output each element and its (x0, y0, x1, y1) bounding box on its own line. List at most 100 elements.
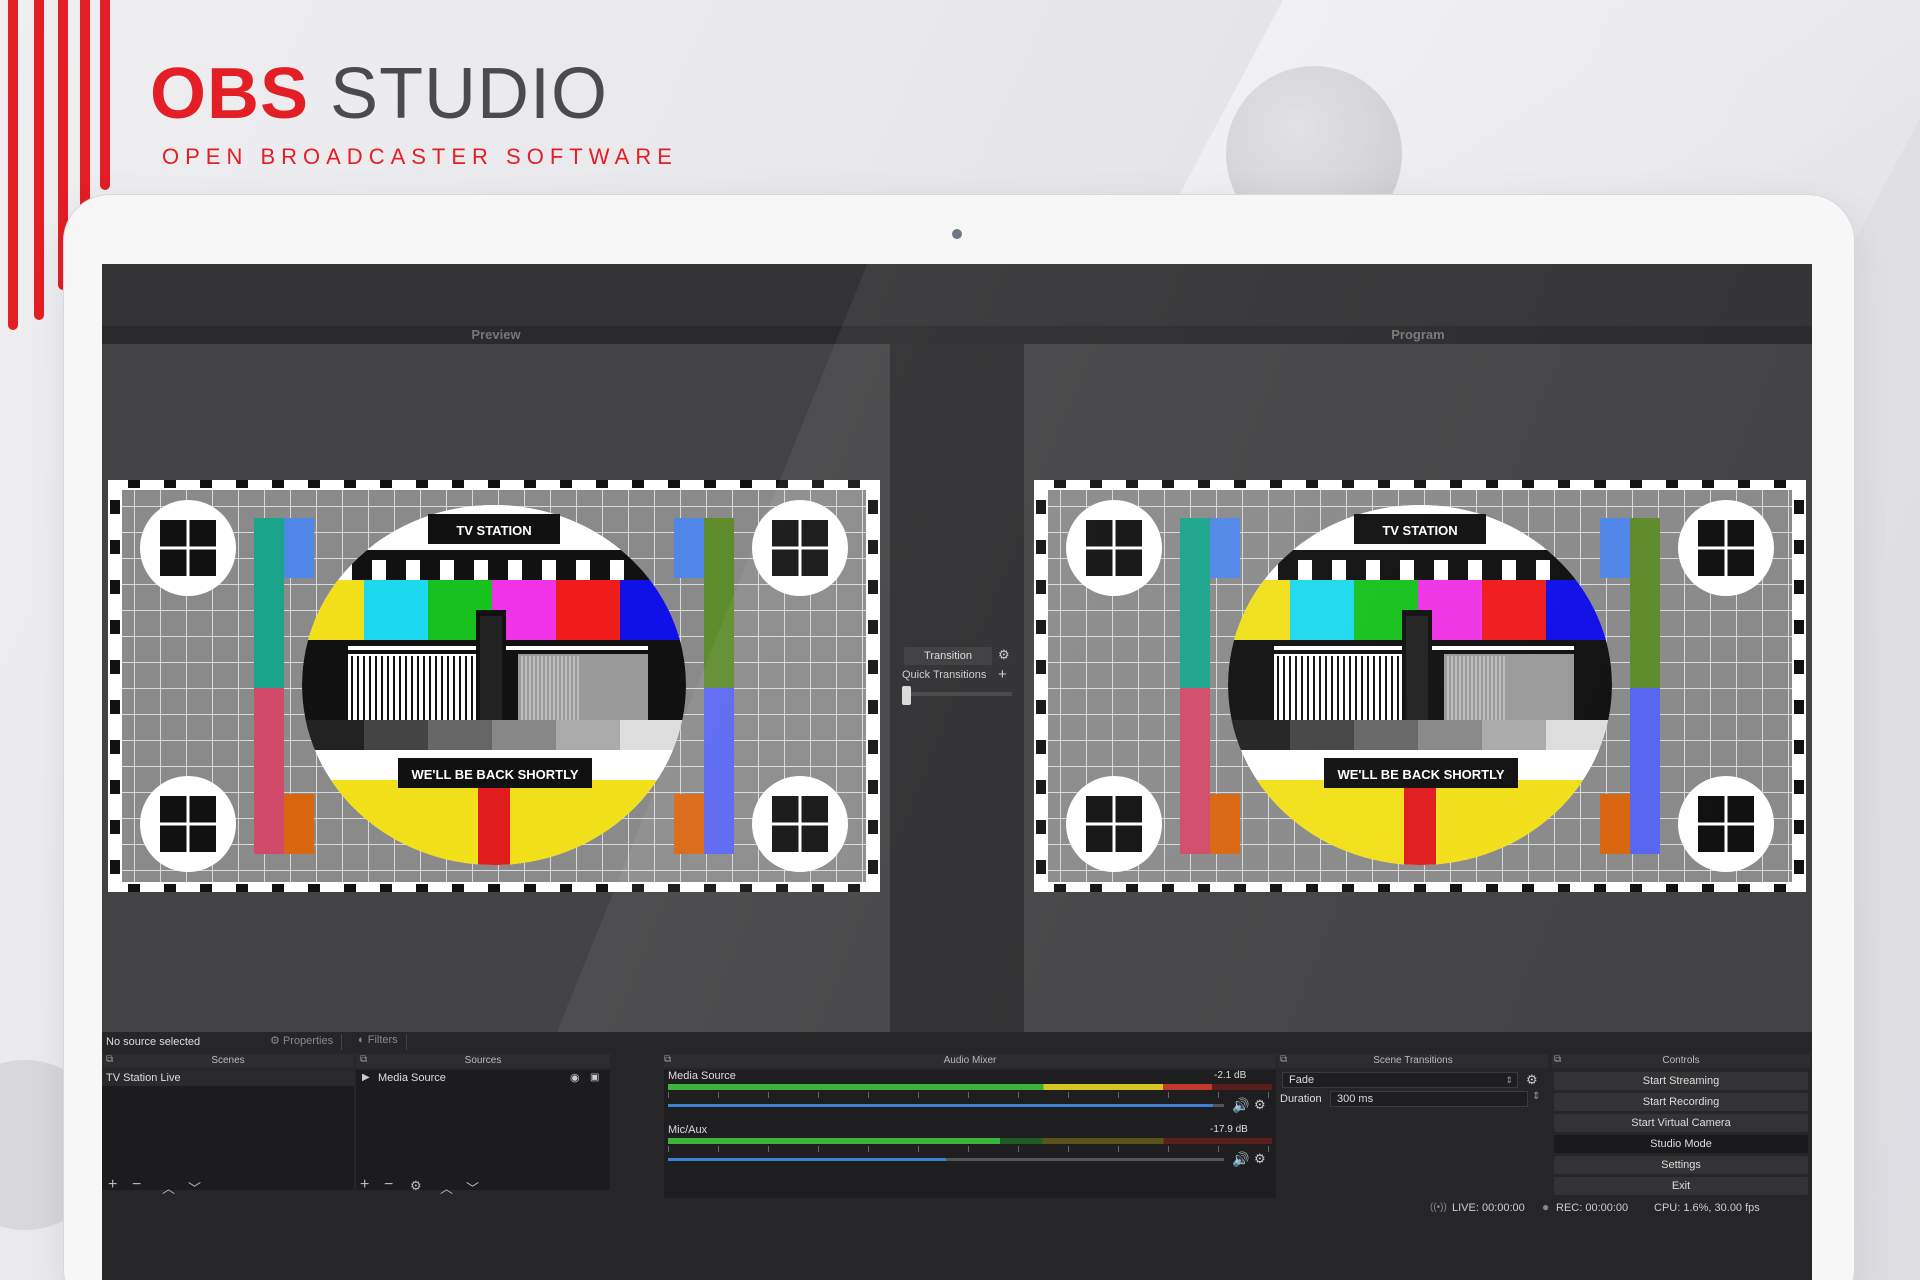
meter-scale (668, 1092, 1272, 1098)
chevron-up-icon[interactable]: ︿ (440, 1178, 453, 1197)
source-item[interactable]: ▶ Media Source ◉ ▣ (356, 1070, 610, 1086)
cpu-status: CPU: 1.6%, 30.00 fps (1654, 1202, 1760, 1214)
settings-button[interactable]: Settings (1554, 1156, 1808, 1174)
undock-icon[interactable]: ⧉ (1554, 1054, 1561, 1065)
scene-transitions-title: Scene Transitions (1278, 1054, 1548, 1068)
updown-icon: ⇕ (1505, 1075, 1513, 1085)
add-icon[interactable]: + (108, 1176, 117, 1194)
source-item-label: Media Source (378, 1072, 446, 1084)
undock-icon[interactable]: ⧉ (1280, 1054, 1287, 1065)
speaker-icon[interactable]: 🔊 (1232, 1151, 1249, 1168)
test-card-bottom-label: WE'LL BE BACK SHORTLY (1337, 767, 1504, 782)
brand-title-obs: OBS (150, 54, 310, 134)
duration-value: 300 ms (1337, 1093, 1374, 1105)
duration-label: Duration (1280, 1093, 1322, 1105)
gear-icon[interactable]: ⚙ (998, 647, 1010, 663)
gear-icon[interactable]: ⚙ (1254, 1151, 1266, 1167)
gear-icon: ⚙ (270, 1035, 280, 1047)
test-card-top-label: TV STATION (456, 523, 531, 538)
remove-icon[interactable]: − (132, 1176, 141, 1194)
start-recording-button[interactable]: Start Recording (1554, 1093, 1808, 1111)
channel-name: Mic/Aux (668, 1124, 708, 1136)
lock-icon[interactable]: ▣ (590, 1070, 599, 1086)
window-top-area (102, 264, 1812, 326)
filters-label: Filters (367, 1034, 398, 1046)
undock-icon[interactable]: ⧉ (664, 1054, 671, 1065)
channel-db: -17.9 dB (1210, 1124, 1248, 1135)
chevron-down-icon[interactable]: ﹀ (466, 1178, 479, 1197)
brand-stripe (34, 0, 44, 320)
remove-icon[interactable]: − (384, 1176, 393, 1194)
chevron-up-icon[interactable]: ︿ (162, 1178, 175, 1197)
properties-button[interactable]: ⚙ Properties (270, 1034, 343, 1050)
volume-slider-fill (668, 1158, 946, 1161)
laptop-camera (952, 229, 962, 239)
channel-db: -2.1 dB (1214, 1070, 1247, 1081)
add-icon[interactable]: + (360, 1176, 369, 1194)
scenes-title: Scenes (102, 1054, 354, 1068)
scene-item[interactable]: TV Station Live (102, 1070, 354, 1086)
quick-transitions-label: Quick Transitions (902, 669, 987, 681)
program-label: Program (1391, 327, 1445, 342)
start-streaming-button[interactable]: Start Streaming (1554, 1072, 1808, 1090)
meter-scale (668, 1146, 1272, 1152)
level-meter-fill (668, 1084, 1212, 1090)
volume-slider[interactable] (668, 1158, 1224, 1161)
duration-input[interactable]: 300 ms (1330, 1091, 1528, 1107)
level-meter (668, 1084, 1272, 1090)
test-card-top-label: TV STATION (1382, 523, 1457, 538)
transition-slider-handle[interactable] (902, 686, 911, 705)
live-timer: LIVE: 00:00:00 (1452, 1202, 1525, 1214)
preview-canvas[interactable]: TV STATION WE'LL BE BACK SHORTLY (102, 344, 890, 1032)
gear-icon[interactable]: ⚙ (1254, 1097, 1266, 1113)
controls-title: Controls (1552, 1054, 1810, 1068)
undock-icon[interactable]: ⧉ (106, 1054, 113, 1065)
preview-label: Preview (471, 327, 521, 342)
filters-button[interactable]: ◐ Filters (358, 1034, 407, 1050)
plus-icon[interactable]: + (998, 666, 1007, 683)
brand-tagline: OPEN BROADCASTER SOFTWARE (162, 144, 678, 169)
broadcast-icon: ((•)) (1430, 1202, 1447, 1213)
start-virtual-camera-button[interactable]: Start Virtual Camera (1554, 1114, 1808, 1132)
transition-select-value: Fade (1289, 1074, 1315, 1086)
chevron-down-icon[interactable]: ﹀ (188, 1178, 201, 1197)
transition-slider-track[interactable] (902, 692, 1012, 696)
mixer-channel: Media Source -2.1 dB 🔊 ⚙ (666, 1070, 1272, 1122)
program-canvas: TV STATION WE'LL BE BACK SHORTLY (1024, 344, 1812, 1032)
studio-mode-button[interactable]: Studio Mode (1554, 1135, 1808, 1153)
undock-icon[interactable]: ⧉ (360, 1054, 367, 1065)
properties-label: Properties (282, 1035, 334, 1047)
channel-name: Media Source (668, 1070, 736, 1082)
obs-window: Preview Program TV STATION WE'LL BE BACK… (102, 264, 1812, 1280)
spinner-icon[interactable]: ⇕ (1532, 1091, 1540, 1102)
level-meter (668, 1138, 1272, 1144)
volume-slider[interactable] (668, 1104, 1224, 1107)
volume-slider-fill (668, 1104, 1213, 1107)
gear-icon[interactable]: ⚙ (410, 1178, 422, 1194)
exit-button[interactable]: Exit (1554, 1177, 1808, 1195)
brand-title-studio: STUDIO (330, 54, 609, 134)
transition-column: Transition ⚙ Quick Transitions + (890, 344, 1024, 1032)
rec-timer: REC: 00:00:00 (1556, 1202, 1629, 1214)
audio-mixer-title: Audio Mixer (664, 1054, 1276, 1068)
speaker-icon[interactable]: 🔊 (1232, 1097, 1249, 1114)
audio-mixer-panel: Media Source -2.1 dB 🔊 ⚙ Mic/Aux -17.9 d… (664, 1070, 1276, 1198)
eye-icon[interactable]: ◉ (570, 1070, 580, 1086)
status-bar: ((•)) LIVE: 00:00:00 ● REC: 00:00:00 CPU… (1430, 1200, 1810, 1218)
brand-title: OBS STUDIO (150, 58, 608, 130)
transition-button[interactable]: Transition (904, 647, 992, 665)
test-card-bottom-label: WE'LL BE BACK SHORTLY (411, 767, 578, 782)
source-status: No source selected (106, 1036, 201, 1048)
sources-list: ▶ Media Source ◉ ▣ (356, 1070, 610, 1190)
program-test-card: TV STATION WE'LL BE BACK SHORTLY (1034, 480, 1806, 892)
gear-icon[interactable]: ⚙ (1526, 1072, 1538, 1088)
record-icon: ● (1542, 1200, 1550, 1214)
play-icon: ▶ (362, 1072, 370, 1083)
brand-stripe (100, 0, 110, 190)
sources-title: Sources (356, 1054, 610, 1068)
mixer-channel: Mic/Aux -17.9 dB 🔊 ⚙ (666, 1124, 1272, 1176)
transition-select[interactable]: Fade ⇕ (1282, 1072, 1518, 1088)
preview-test-card: TV STATION WE'LL BE BACK SHORTLY (108, 480, 880, 892)
controls-panel: Start Streaming Start Recording Start Vi… (1554, 1072, 1810, 1196)
brand-stripe (8, 0, 18, 330)
